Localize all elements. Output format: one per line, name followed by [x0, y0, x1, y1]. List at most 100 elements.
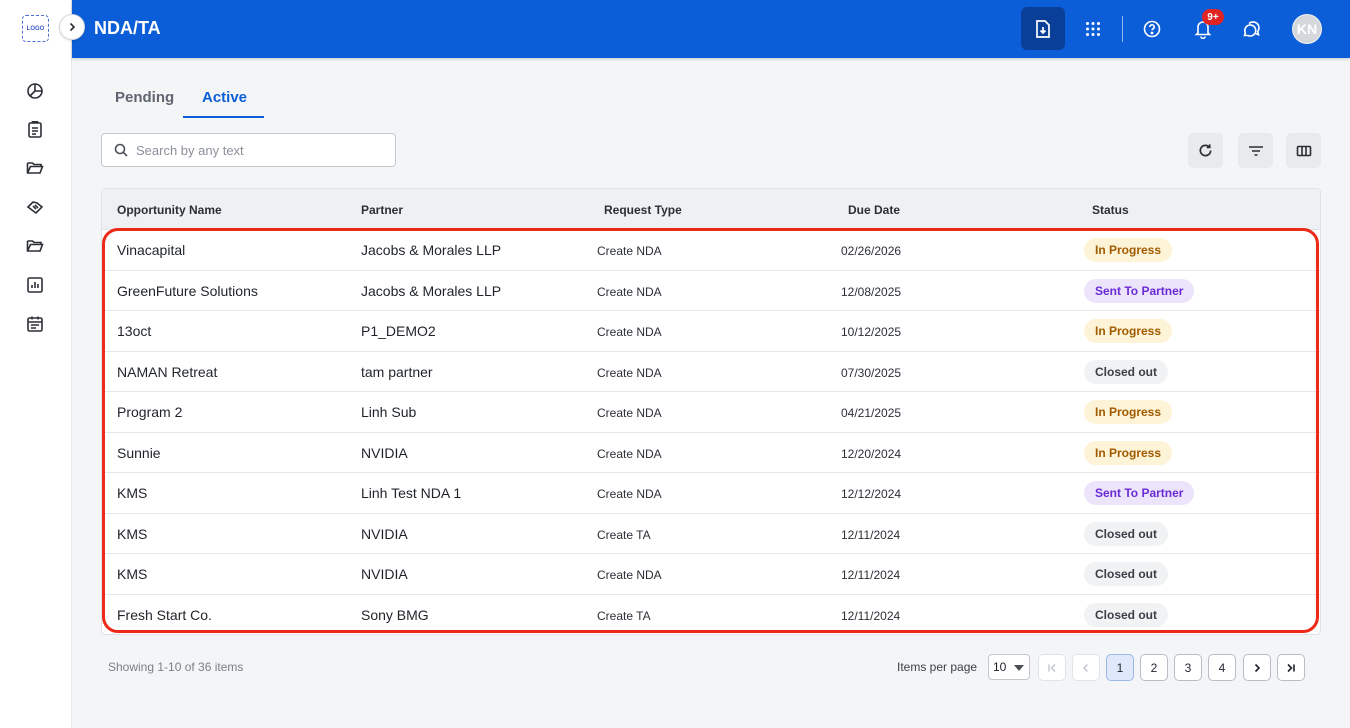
status-badge: Closed out: [1084, 562, 1168, 586]
cell-partner: tam partner: [361, 363, 433, 380]
column-header-opportunity[interactable]: Opportunity Name: [117, 203, 222, 217]
notification-badge: 9+: [1202, 9, 1224, 25]
chevron-right-icon: [69, 22, 76, 32]
page-button-3[interactable]: 3: [1174, 654, 1202, 681]
help-button[interactable]: [1135, 12, 1169, 46]
handshake-icon[interactable]: [24, 196, 46, 218]
apps-grid-button[interactable]: [1076, 12, 1110, 46]
table-row[interactable]: GreenFuture Solutions Jacobs & Morales L…: [102, 271, 1320, 311]
top-header: NDA/TA 9+ KN: [72, 0, 1350, 58]
folder-icon[interactable]: [24, 235, 46, 257]
folder-open-icon[interactable]: [24, 157, 46, 179]
cell-opportunity: KMS: [117, 525, 148, 542]
tab-pending[interactable]: Pending: [115, 89, 174, 106]
columns-button[interactable]: [1286, 133, 1321, 168]
table-row[interactable]: Program 2 Linh Sub Create NDA 04/21/2025…: [102, 392, 1320, 433]
page-button-4[interactable]: 4: [1208, 654, 1236, 681]
filter-button[interactable]: [1238, 133, 1273, 168]
column-header-status[interactable]: Status: [1092, 203, 1129, 217]
search-icon: [114, 143, 128, 157]
cell-due-date: 10/12/2025: [841, 325, 902, 339]
cell-opportunity: Vinacapital: [117, 242, 186, 258]
logo: LOGO: [22, 15, 49, 42]
download-button[interactable]: [1021, 7, 1065, 50]
page-button-1[interactable]: 1: [1106, 654, 1134, 681]
cell-partner: Linh Sub: [361, 404, 417, 420]
next-page-button[interactable]: [1243, 654, 1271, 681]
download-icon: [1036, 19, 1050, 38]
header-divider: [1122, 16, 1123, 42]
search-input[interactable]: [136, 142, 376, 158]
chat-button[interactable]: [1235, 12, 1269, 46]
last-page-button[interactable]: [1277, 654, 1305, 681]
table-row[interactable]: Fresh Start Co. Sony BMG Create TA 12/11…: [102, 595, 1320, 636]
clipboard-icon[interactable]: [24, 118, 46, 140]
table-row[interactable]: 13oct P1_DEMO2 Create NDA 10/12/2025 In …: [102, 311, 1320, 352]
columns-icon: [1296, 145, 1311, 156]
first-page-button[interactable]: [1038, 654, 1066, 681]
cell-due-date: 12/12/2024: [841, 487, 902, 501]
table-row[interactable]: Vinacapital Jacobs & Morales LLP Create …: [102, 230, 1320, 271]
cell-partner: Sony BMG: [361, 606, 429, 623]
column-header-request-type[interactable]: Request Type: [604, 203, 682, 217]
cell-opportunity: Fresh Start Co.: [117, 606, 212, 623]
cell-due-date: 12/08/2025: [841, 284, 902, 299]
table-row[interactable]: KMS NVIDIA Create TA 12/11/2024 Closed o…: [102, 514, 1320, 554]
cell-request-type: Create NDA: [597, 365, 662, 380]
table-row[interactable]: KMS NVIDIA Create NDA 12/11/2024 Closed …: [102, 554, 1320, 595]
cell-due-date: 07/30/2025: [841, 365, 902, 380]
status-badge: In Progress: [1084, 319, 1173, 343]
refresh-button[interactable]: [1188, 133, 1223, 168]
calendar-icon[interactable]: [24, 313, 46, 335]
cell-due-date: 02/26/2026: [841, 244, 902, 258]
user-avatar[interactable]: KN: [1292, 14, 1322, 44]
tab-active[interactable]: Active: [202, 89, 247, 106]
chat-icon: [1243, 21, 1260, 37]
cell-request-type: Create NDA: [597, 446, 662, 461]
cell-due-date: 04/21/2025: [841, 406, 902, 420]
cell-partner: NVIDIA: [361, 525, 408, 542]
table-row[interactable]: NAMAN Retreat tam partner Create NDA 07/…: [102, 352, 1320, 392]
chevron-left-icon: [1082, 663, 1089, 672]
cell-partner: Jacobs & Morales LLP: [361, 282, 502, 299]
cell-opportunity: Program 2: [117, 404, 183, 420]
cell-due-date: 12/11/2024: [841, 608, 901, 623]
page-title: NDA/TA: [94, 18, 161, 38]
help-icon: [1143, 20, 1161, 38]
cell-opportunity: GreenFuture Solutions: [117, 282, 258, 299]
cell-opportunity: 13oct: [117, 323, 152, 339]
table-row[interactable]: KMS Linh Test NDA 1 Create NDA 12/12/202…: [102, 473, 1320, 514]
first-page-icon: [1048, 663, 1056, 672]
cell-request-type: Create TA: [597, 608, 651, 623]
cell-due-date: 12/11/2024: [841, 527, 901, 542]
search-box[interactable]: [101, 133, 396, 167]
cell-request-type: Create NDA: [597, 406, 662, 420]
dashboard-icon[interactable]: [24, 80, 46, 102]
cell-request-type: Create TA: [597, 527, 651, 542]
report-chart-icon[interactable]: [24, 274, 46, 296]
cell-request-type: Create NDA: [597, 487, 662, 501]
table-header: Opportunity Name Partner Request Type Du…: [102, 189, 1320, 230]
column-header-partner[interactable]: Partner: [361, 203, 403, 217]
page-button-2[interactable]: 2: [1140, 654, 1168, 681]
apps-grid-icon: [1086, 22, 1100, 36]
caret-down-icon: [1014, 665, 1024, 671]
status-badge: Closed out: [1084, 521, 1168, 546]
status-badge: Sent To Partner: [1084, 278, 1195, 303]
active-tab-indicator: [183, 116, 264, 118]
cell-partner: Linh Test NDA 1: [361, 485, 462, 501]
refresh-icon: [1199, 144, 1212, 157]
status-badge: Closed out: [1084, 602, 1168, 627]
sidebar: LOGO: [0, 0, 72, 728]
cell-partner: NVIDIA: [361, 444, 408, 461]
column-header-due-date[interactable]: Due Date: [848, 203, 900, 217]
table-row[interactable]: Sunnie NVIDIA Create NDA 12/20/2024 In P…: [102, 433, 1320, 473]
status-badge: Closed out: [1084, 359, 1168, 384]
cell-partner: P1_DEMO2: [361, 323, 436, 339]
cell-opportunity: KMS: [117, 566, 148, 582]
items-per-page-select[interactable]: 10: [988, 654, 1030, 680]
cell-due-date: 12/11/2024: [841, 568, 901, 582]
prev-page-button[interactable]: [1072, 654, 1100, 681]
cell-partner: NVIDIA: [361, 566, 408, 582]
sidebar-expand-button[interactable]: [59, 14, 85, 40]
